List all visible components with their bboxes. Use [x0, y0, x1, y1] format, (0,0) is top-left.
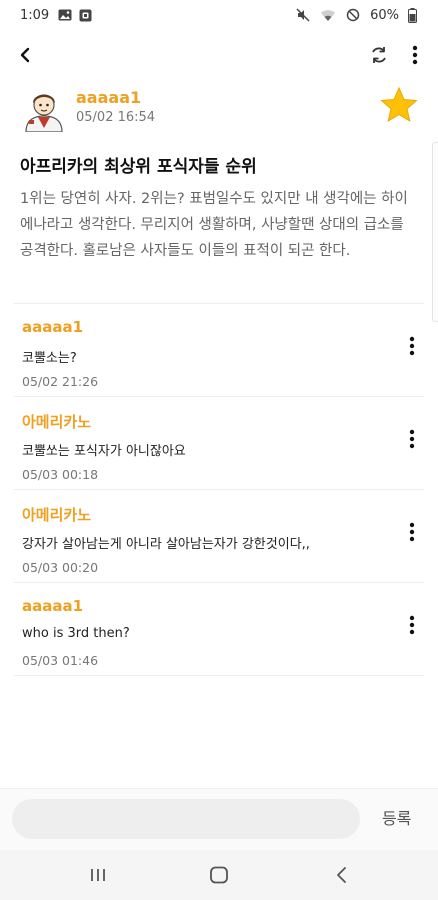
notification-icon	[77, 7, 93, 23]
comment-date: 05/03 01:46	[22, 653, 99, 668]
comment-more-icon[interactable]	[400, 425, 424, 453]
comment-date: 05/02 21:26	[22, 374, 99, 389]
battery-percent: 60%	[370, 7, 399, 23]
comment-author[interactable]: aaaaa1	[22, 318, 83, 336]
battery-icon	[404, 7, 420, 23]
recent-apps-icon[interactable]	[84, 862, 112, 888]
back-arrow-icon[interactable]	[12, 42, 38, 68]
status-right: 60%	[295, 7, 424, 23]
system-nav-bar	[0, 850, 438, 900]
comment-date: 05/03 00:20	[22, 560, 99, 575]
scroll-edge-handle[interactable]	[432, 142, 438, 322]
comment-text: 코뿔쏘는 포식자가 아니잖아요	[22, 444, 186, 459]
comment-author[interactable]: 아메리카노	[22, 504, 91, 525]
refresh-icon[interactable]	[366, 42, 392, 68]
comment-author[interactable]: 아메리카노	[22, 411, 91, 432]
submit-button[interactable]: 등록	[382, 805, 411, 829]
comment-author[interactable]: aaaaa1	[22, 597, 83, 615]
comment-more-icon[interactable]	[400, 518, 424, 546]
comment-more-icon[interactable]	[400, 332, 424, 360]
home-icon[interactable]	[205, 862, 233, 888]
comment-item: 아메리카노 코뿔쏘는 포식자가 아니잖아요 05/03 00:18	[0, 397, 438, 490]
divider	[14, 675, 424, 676]
more-vertical-icon[interactable]	[402, 42, 428, 68]
gallery-icon	[57, 7, 73, 23]
status-bar: 1:09 60%	[0, 0, 438, 30]
app-bar	[0, 34, 438, 78]
comment-date: 05/03 00:18	[22, 467, 99, 482]
post-date: 05/02 16:54	[76, 110, 156, 125]
comment-item: 아메리카노 강자가 살아남는게 아니라 살아남는자가 강한것이다,, 05/03…	[0, 490, 438, 583]
comment-item: aaaaa1 코뿔소는? 05/02 21:26	[0, 304, 438, 397]
dnd-icon	[345, 7, 361, 23]
avatar[interactable]	[20, 84, 68, 133]
post-title: 아프리카의 최상위 포식자들 순위	[20, 157, 257, 177]
status-time: 1:09	[20, 7, 50, 23]
post-body: 1위는 당연히 사자. 2위는? 표범일수도 있지만 내 생각에는 하이에나라고…	[20, 191, 408, 259]
comment-text: 강자가 살아남는게 아니라 살아남는자가 강한것이다,,	[22, 537, 310, 552]
post-author-name[interactable]: aaaaa1	[76, 88, 141, 107]
mute-icon	[295, 7, 311, 23]
star-icon[interactable]	[380, 86, 418, 124]
post-author-row: aaaaa1 05/02 16:54	[20, 84, 420, 134]
comment-input[interactable]	[12, 799, 360, 839]
comment-item: aaaaa1 who is 3rd then? 05/03 01:46	[0, 583, 438, 676]
comment-more-icon[interactable]	[400, 611, 424, 639]
comment-input-bar: 등록	[0, 788, 438, 850]
comment-text: 코뿔소는?	[22, 351, 77, 366]
back-icon[interactable]	[328, 862, 356, 888]
comment-text: who is 3rd then?	[22, 626, 130, 641]
wifi-icon	[320, 7, 336, 23]
